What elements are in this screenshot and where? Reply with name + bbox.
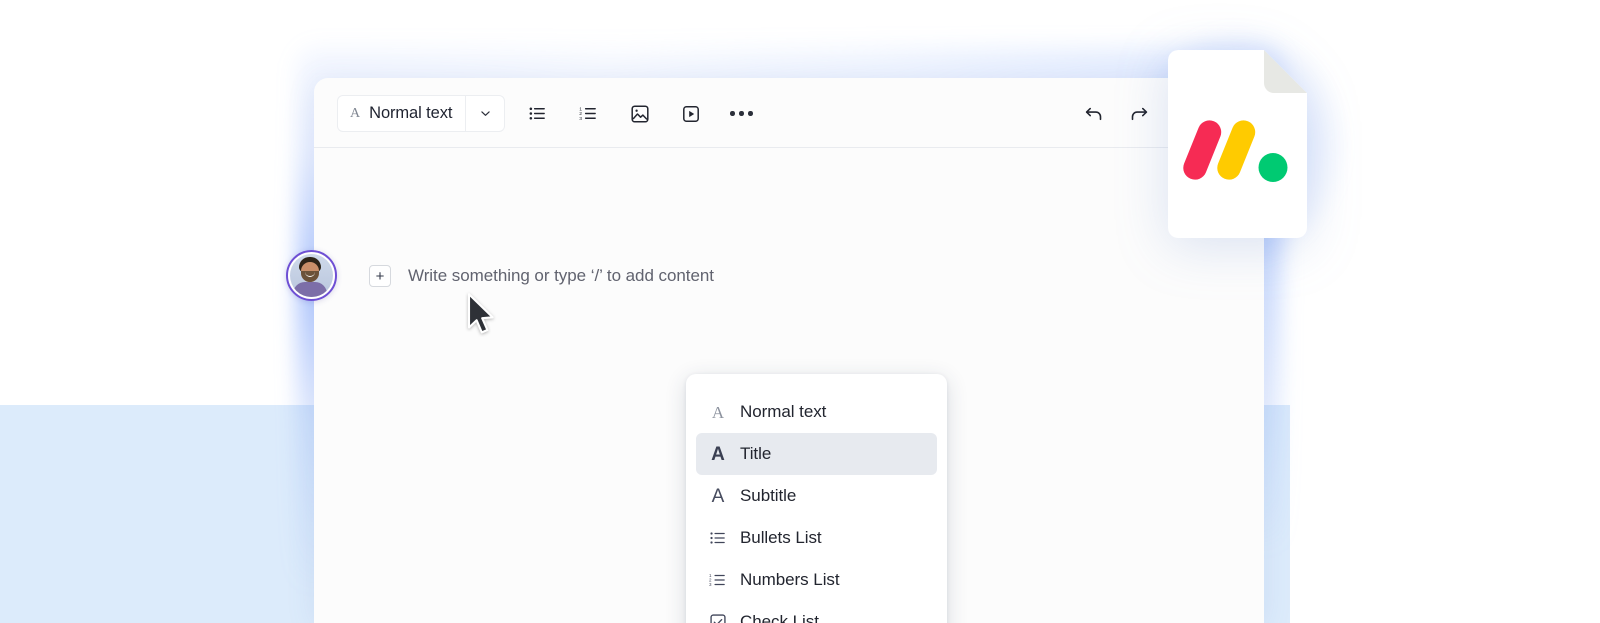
ellipsis-icon xyxy=(730,111,753,116)
text-subtitle-a-icon: A xyxy=(711,485,725,507)
svg-text:3: 3 xyxy=(709,582,712,587)
video-play-icon xyxy=(682,105,699,122)
menu-item-title[interactable]: A Title xyxy=(696,433,937,475)
plus-icon: + xyxy=(375,267,385,285)
monday-doc-logo xyxy=(1168,50,1307,238)
chevron-down-icon[interactable] xyxy=(465,96,504,131)
add-block-button[interactable]: + xyxy=(369,265,391,287)
menu-item-normal-text[interactable]: A Normal text xyxy=(696,391,937,433)
menu-item-label: Numbers List xyxy=(740,570,840,589)
text-style-selector-main[interactable]: A Normal text xyxy=(338,96,465,131)
text-format-a-icon: A xyxy=(350,105,361,121)
checkbox-icon xyxy=(696,613,740,623)
numbered-list-icon: 1 2 3 xyxy=(579,106,596,122)
avatar-image xyxy=(290,254,333,297)
menu-item-subtitle[interactable]: A Subtitle xyxy=(696,475,937,517)
toolbar-insert-video-button[interactable] xyxy=(672,95,709,132)
toolbar-redo-button[interactable] xyxy=(1120,95,1157,132)
undo-arrow-icon xyxy=(1085,107,1101,120)
toolbar-numbers-list-button[interactable]: 1 2 3 xyxy=(570,95,607,132)
menu-item-label: Subtitle xyxy=(740,486,797,505)
text-style-selector[interactable]: A Normal text xyxy=(337,95,506,132)
image-icon xyxy=(630,104,649,123)
menu-item-check-list[interactable]: Check List xyxy=(696,601,937,623)
screenshot-stage: A Normal text 1 2 3 + Write something or… xyxy=(0,0,1600,623)
toolbar-bullets-list-button[interactable] xyxy=(519,95,556,132)
text-title-a-icon: A xyxy=(711,443,725,465)
bulleted-list-icon xyxy=(529,107,545,120)
redo-arrow-icon xyxy=(1131,107,1147,120)
toolbar-undo-button[interactable] xyxy=(1075,95,1112,132)
toolbar-more-options-button[interactable] xyxy=(723,95,760,132)
text-style-label: Normal text xyxy=(369,104,453,122)
bulleted-list-icon xyxy=(696,529,740,547)
toolbar-insert-image-button[interactable] xyxy=(621,95,658,132)
menu-item-bullets-list[interactable]: Bullets List xyxy=(696,517,937,559)
menu-item-label: Check List xyxy=(740,612,819,623)
menu-item-numbers-list[interactable]: 1 2 3 Numbers List xyxy=(696,559,937,601)
avatar xyxy=(286,250,337,301)
editor-toolbar: A Normal text 1 2 3 xyxy=(314,78,1264,147)
slash-command-menu: A Normal text A Title A Subtitle Bullets… xyxy=(686,374,947,623)
background-white-right xyxy=(1290,405,1600,623)
menu-item-label: Normal text xyxy=(740,402,827,421)
svg-text:3: 3 xyxy=(579,116,582,122)
menu-item-label: Bullets List xyxy=(740,528,822,547)
menu-item-label: Title xyxy=(740,444,772,463)
numbered-list-icon: 1 2 3 xyxy=(696,571,740,589)
editor-content-area: + Write something or type ‘/’ to add con… xyxy=(286,147,1264,623)
editor-placeholder[interactable]: Write something or type ‘/’ to add conte… xyxy=(408,265,714,287)
doc-editor-card: A Normal text 1 2 3 + Write something or… xyxy=(286,78,1264,623)
text-normal-a-icon: A xyxy=(711,402,725,422)
